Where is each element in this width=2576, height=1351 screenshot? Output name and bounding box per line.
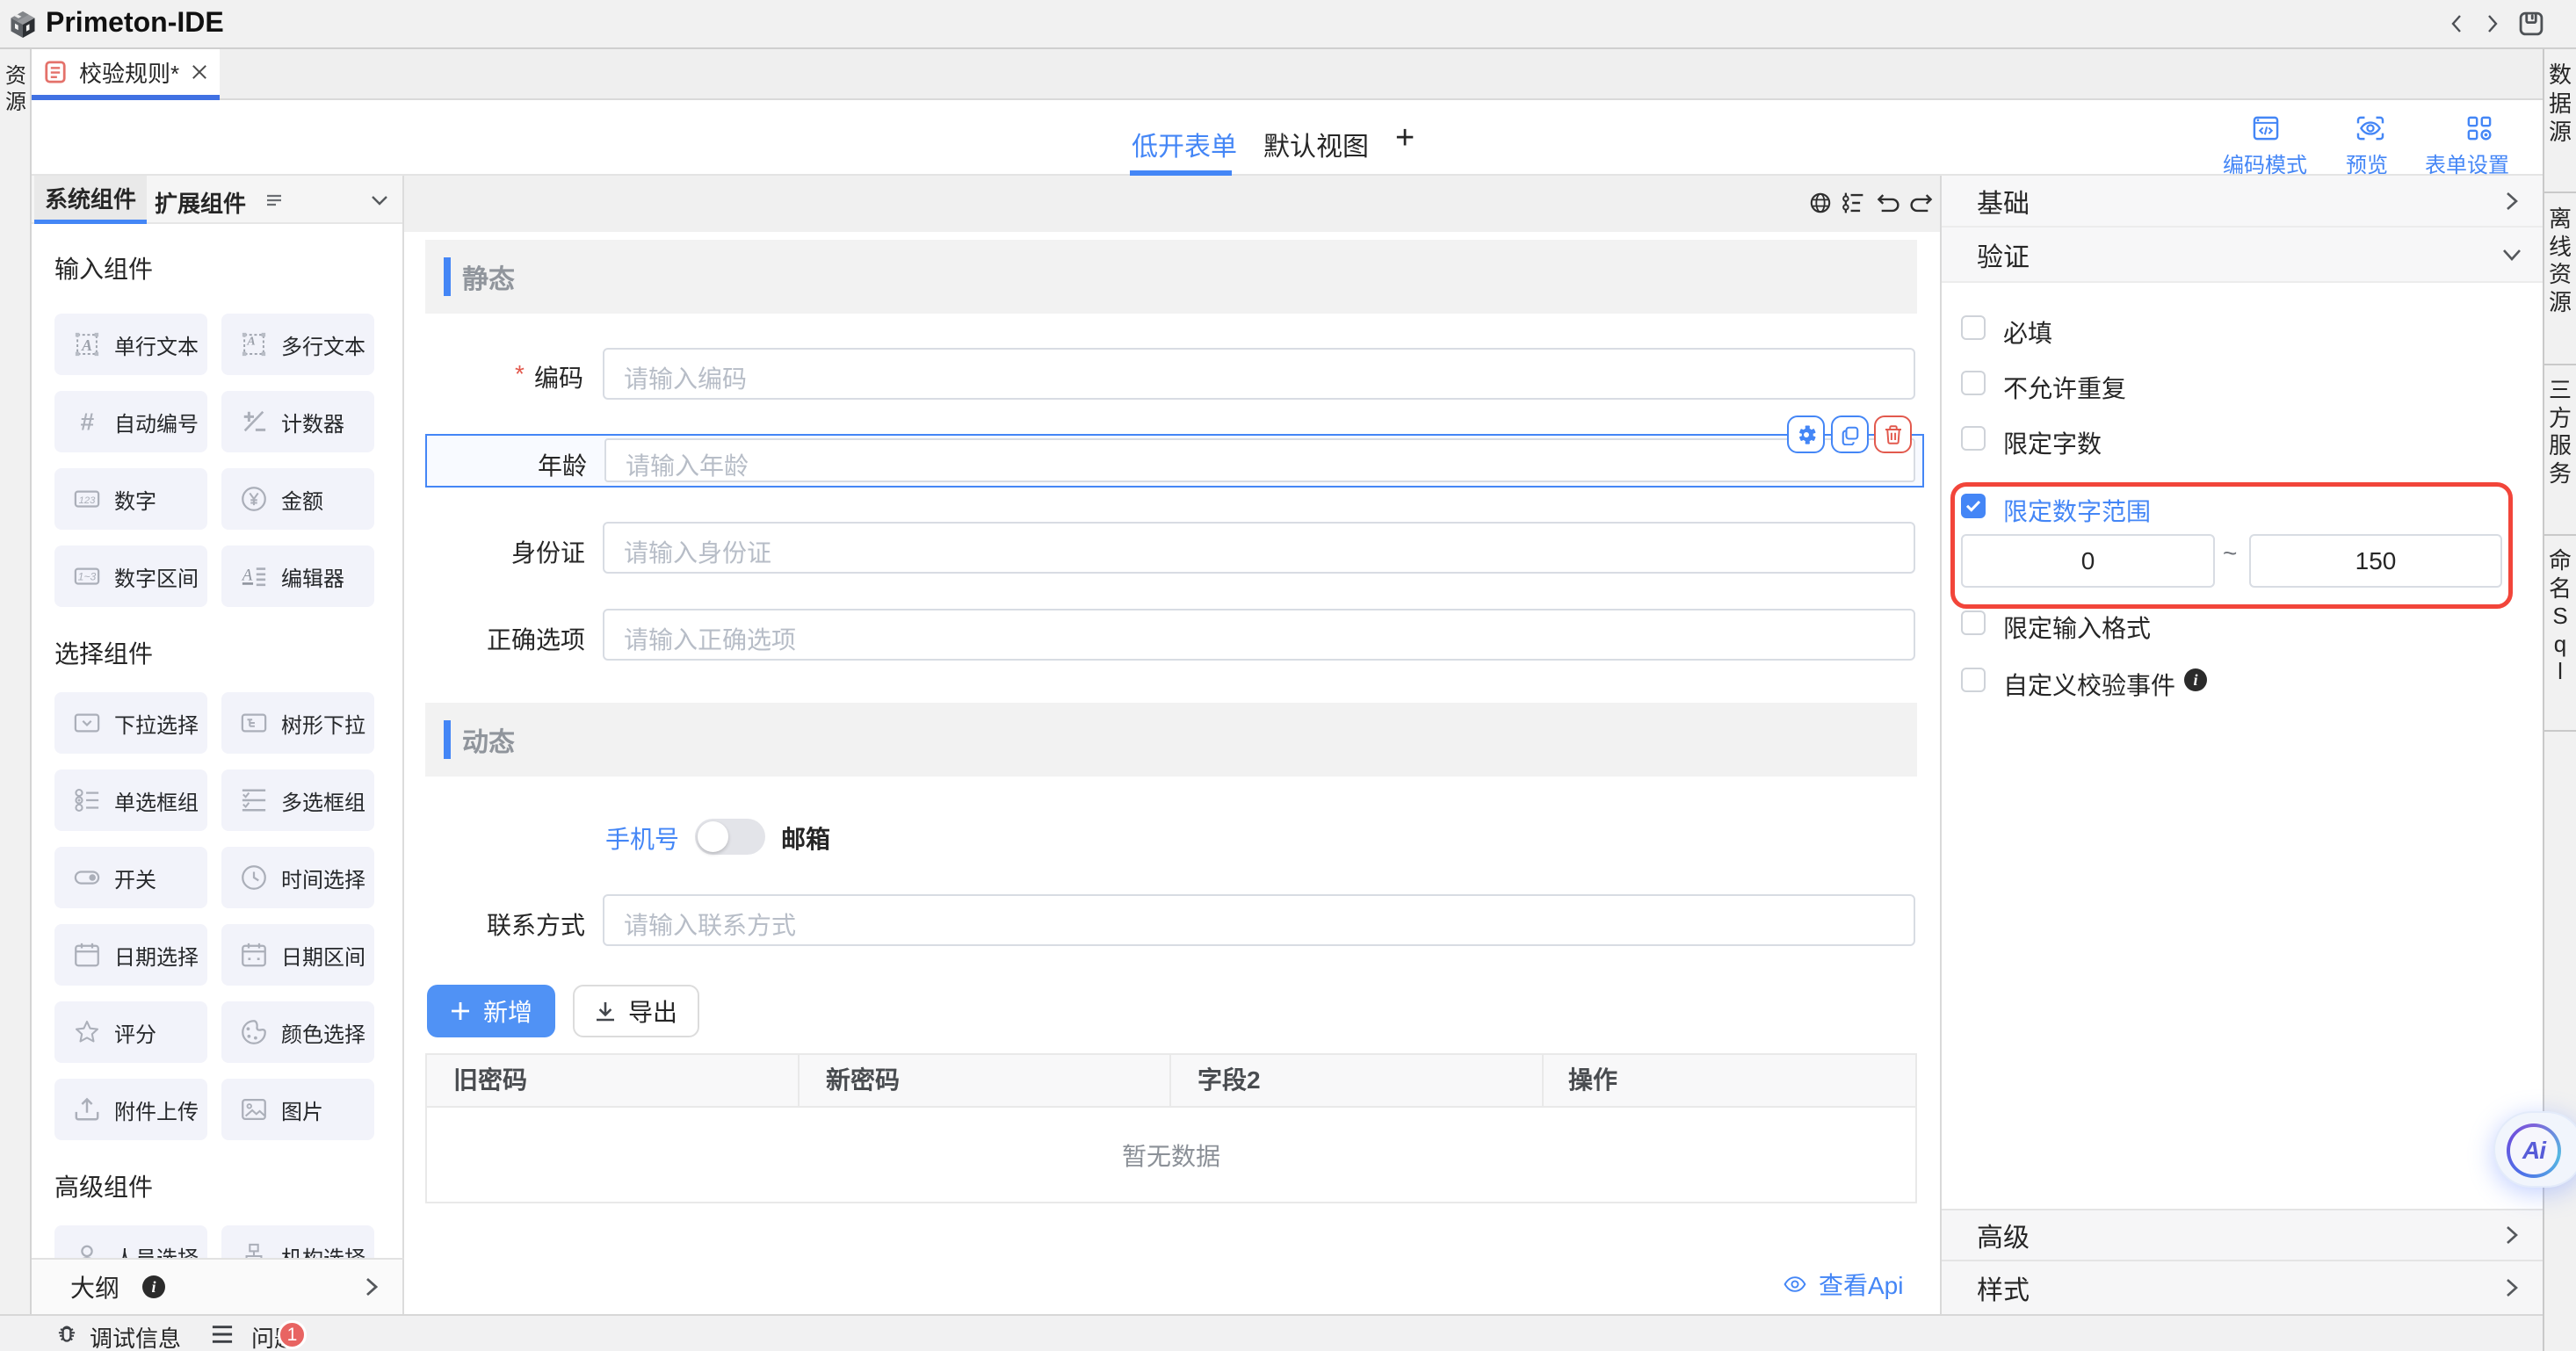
svg-text:1~3: 1~3: [78, 571, 97, 583]
svg-text:A: A: [241, 567, 253, 585]
svg-text:123: 123: [79, 495, 97, 506]
svg-text:A: A: [246, 335, 255, 349]
svg-text:A: A: [81, 336, 92, 354]
svg-text:#: #: [80, 408, 94, 435]
